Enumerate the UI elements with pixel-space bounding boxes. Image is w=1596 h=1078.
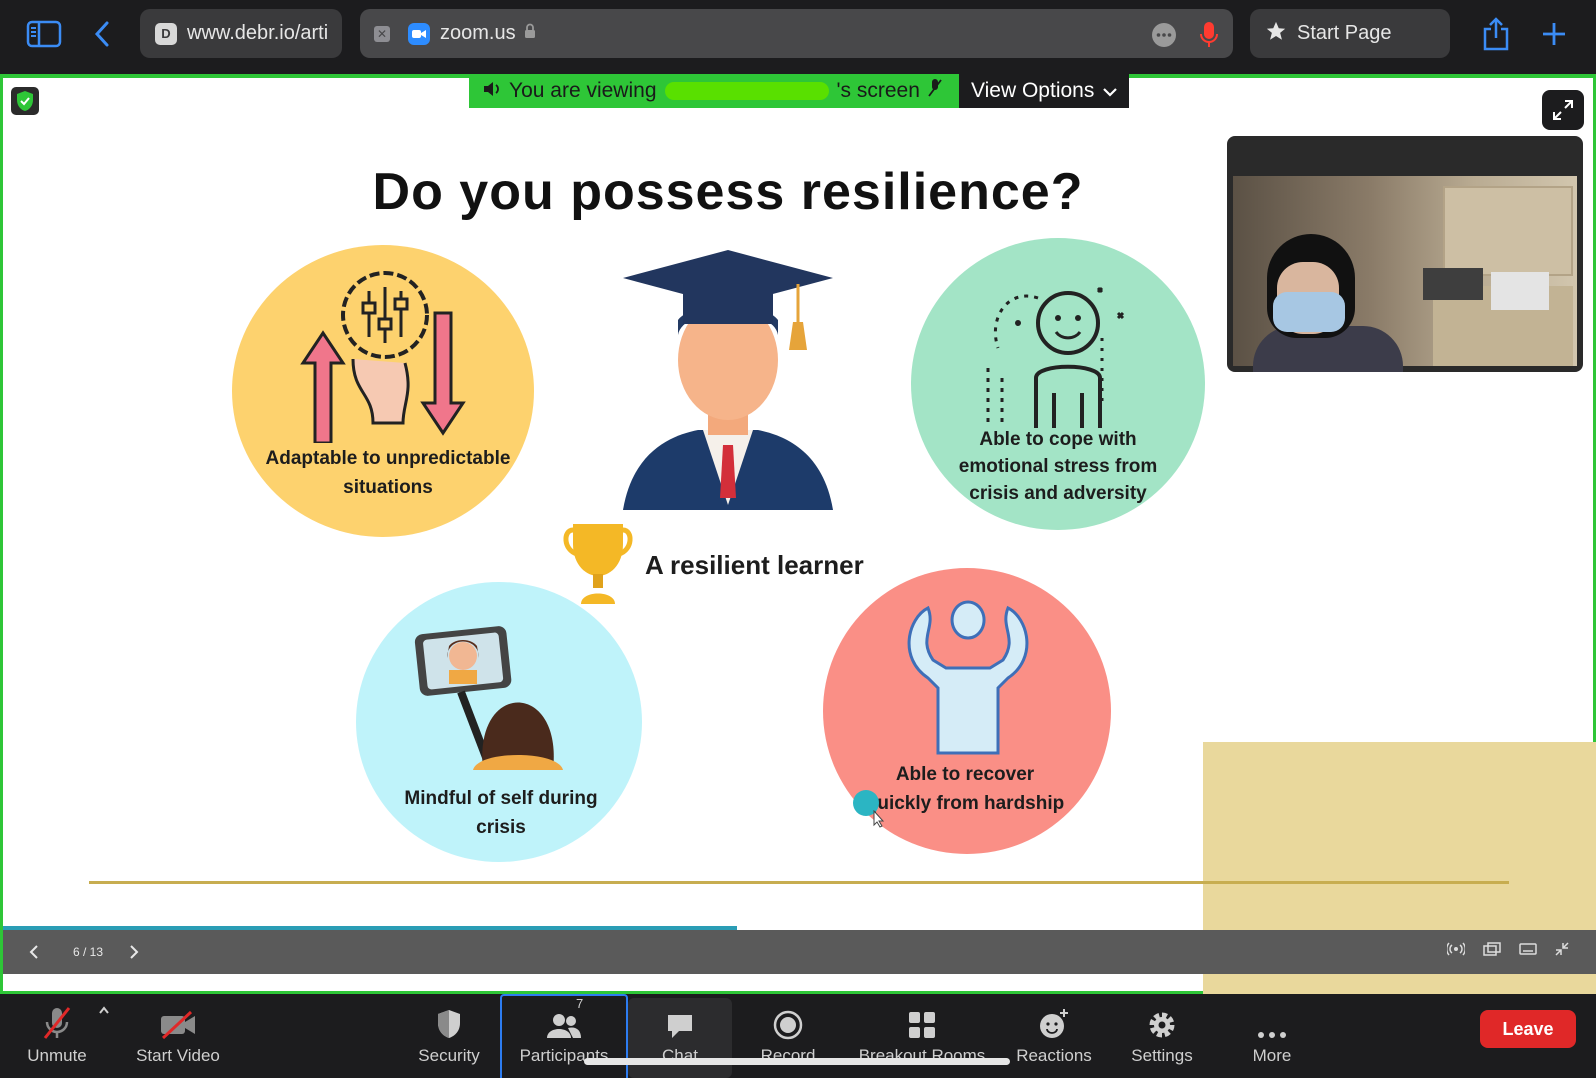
- label-cope: Able to cope with emotional stress from …: [958, 429, 1158, 504]
- microphone-icon[interactable]: [1199, 21, 1219, 55]
- prev-slide-icon[interactable]: [29, 944, 45, 960]
- more-options-icon[interactable]: [1151, 22, 1177, 54]
- video-off-icon: [159, 1000, 197, 1040]
- share-icon[interactable]: [1476, 14, 1516, 54]
- slide-divider: [89, 881, 1509, 884]
- shield-icon: [435, 1000, 463, 1040]
- trophy-icon: [563, 524, 633, 604]
- participants-count: 7: [576, 996, 584, 1011]
- start-video-button[interactable]: Start Video: [132, 994, 224, 1078]
- meeting-toolbar: Unmute Start Video Security Participants…: [0, 994, 1596, 1078]
- collapse-icon[interactable]: [1555, 942, 1569, 959]
- tab-label: www.debr.io/arti: [187, 22, 329, 44]
- emoji-plus-icon: [1038, 1000, 1070, 1040]
- lock-icon: [524, 22, 536, 45]
- fullscreen-button[interactable]: [1542, 90, 1584, 130]
- more-button[interactable]: More: [1244, 994, 1300, 1078]
- tab-zoom[interactable]: ✕ zoom.us: [360, 9, 1233, 58]
- strong-figure-icon: [907, 600, 1029, 755]
- window-icon[interactable]: [1483, 942, 1501, 959]
- muted-mic-icon: [42, 1000, 72, 1040]
- debr-favicon-icon: D: [155, 22, 177, 45]
- encryption-shield-icon[interactable]: [11, 87, 39, 115]
- more-label: More: [1252, 1046, 1292, 1065]
- view-options-label: View Options: [971, 79, 1095, 102]
- reactions-button[interactable]: Reactions: [1016, 994, 1092, 1078]
- start-video-label: Start Video: [136, 1046, 220, 1065]
- mouse-cursor-icon: [873, 810, 885, 828]
- slide-navigation-bar: 6 / 13: [3, 930, 1596, 974]
- viewing-banner: You are viewing 's screen: [469, 74, 959, 108]
- reactions-label: Reactions: [1016, 1046, 1092, 1065]
- tab-start-page[interactable]: Start Page: [1250, 9, 1450, 58]
- gear-icon: [1147, 1000, 1177, 1040]
- tab-label: zoom.us: [440, 22, 516, 44]
- chat-button[interactable]: Chat: [646, 994, 714, 1078]
- unmute-label: Unmute: [27, 1046, 87, 1065]
- participant-video-tile[interactable]: [1227, 136, 1583, 372]
- smiling-person-icon: [986, 286, 1125, 428]
- tab-debr[interactable]: D www.debr.io/arti: [140, 9, 342, 58]
- next-slide-icon[interactable]: [129, 944, 139, 960]
- banner-suffix: 's screen: [836, 79, 920, 102]
- slide-page-indicator: 6 / 13: [73, 945, 104, 959]
- label-adaptable: Adaptable to unpredictable situations: [265, 448, 511, 498]
- selfie-icon: [414, 626, 563, 770]
- shared-screen: You are viewing 's screen View Options D…: [0, 74, 1596, 998]
- record-button[interactable]: Record: [752, 994, 824, 1078]
- broadcast-icon[interactable]: [1445, 942, 1467, 959]
- view-options-button[interactable]: View Options: [959, 74, 1129, 108]
- chat-bubble-icon: [665, 1000, 695, 1040]
- speaker-icon: [483, 79, 501, 103]
- tab-label: Start Page: [1297, 22, 1392, 44]
- settings-label: Settings: [1131, 1046, 1193, 1065]
- redacted-name: [664, 82, 829, 100]
- expand-icon: [1553, 100, 1573, 120]
- graduate-icon: [623, 250, 833, 510]
- adapt-gear-icon: [300, 271, 466, 443]
- sidebar-toggle-icon[interactable]: [24, 14, 64, 54]
- security-label: Security: [418, 1046, 480, 1065]
- audio-options-chevron-icon[interactable]: [98, 1002, 110, 1020]
- leave-button[interactable]: Leave: [1480, 1010, 1576, 1048]
- chevron-down-icon: [1102, 79, 1118, 103]
- breakout-rooms-button[interactable]: Breakout Rooms: [854, 994, 990, 1078]
- new-tab-icon[interactable]: [1534, 14, 1574, 54]
- label-recover: Able to recover quickly from hardship: [865, 764, 1065, 814]
- keyboard-icon[interactable]: [1519, 942, 1537, 959]
- browser-toolbar: D www.debr.io/arti ✕ zoom.us Start Page: [0, 0, 1596, 74]
- participant-video: [1233, 176, 1577, 372]
- label-mindful: Mindful of self during crisis: [404, 788, 598, 838]
- security-button[interactable]: Security: [414, 994, 484, 1078]
- settings-button[interactable]: Settings: [1128, 994, 1196, 1078]
- participants-button[interactable]: Participants: [510, 994, 618, 1078]
- close-tab-icon[interactable]: ✕: [374, 25, 390, 42]
- zoom-favicon-icon: [408, 22, 430, 45]
- muted-mic-icon: [928, 78, 942, 104]
- back-icon[interactable]: [82, 14, 122, 54]
- more-dots-icon: [1257, 1000, 1287, 1040]
- home-indicator[interactable]: [584, 1058, 1010, 1065]
- banner-prefix: You are viewing: [509, 79, 657, 102]
- unmute-button[interactable]: Unmute: [20, 994, 94, 1078]
- record-icon: [773, 1000, 803, 1040]
- star-icon: [1265, 20, 1287, 48]
- resilient-learner-label: A resilient learner: [645, 550, 864, 580]
- breakout-rooms-icon: [907, 1000, 937, 1040]
